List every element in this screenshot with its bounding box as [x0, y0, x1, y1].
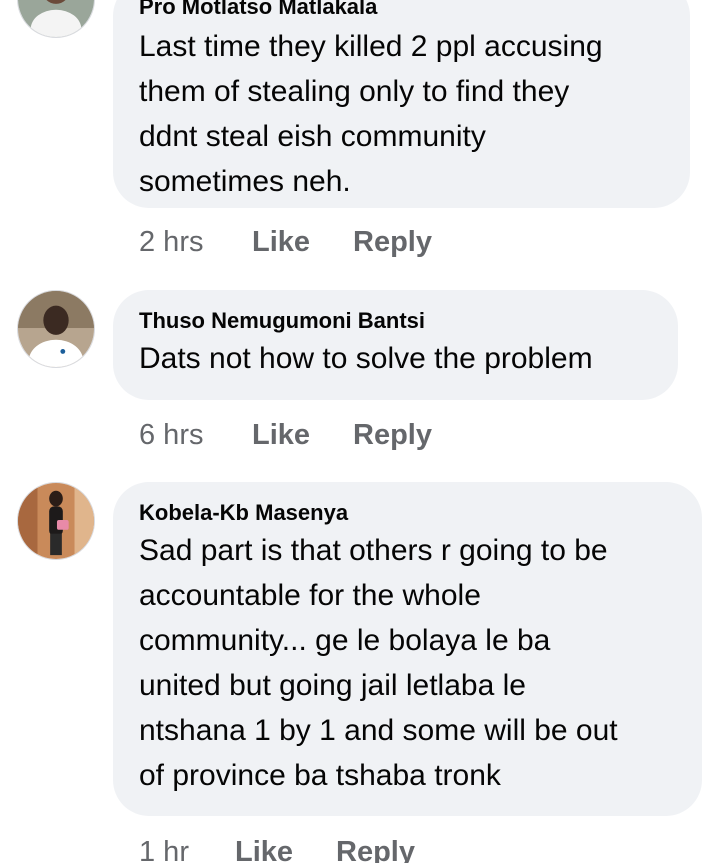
reply-button[interactable]: Reply	[353, 226, 432, 259]
comment-text: Dats not how to solve the problem	[139, 342, 593, 375]
comment-timestamp[interactable]: 6 hrs	[139, 419, 252, 452]
comment-author[interactable]: Kobela-Kb Masenya	[139, 500, 676, 526]
comment-actions: 6 hrs Like Reply	[139, 415, 432, 455]
comment-timestamp[interactable]: 2 hrs	[139, 226, 252, 259]
reply-button[interactable]: Reply	[353, 419, 432, 452]
comment-actions: 2 hrs Like Reply	[139, 222, 432, 262]
comment-author[interactable]: Pro Motlatso Matlakala	[139, 0, 664, 20]
comment-actions: 1 hr Like Reply	[139, 832, 415, 863]
like-button[interactable]: Like	[252, 226, 353, 259]
comment-text: Last time they killed 2 ppl accusing the…	[139, 30, 603, 198]
comment-author[interactable]: Thuso Nemugumoni Bantsi	[139, 308, 652, 334]
like-button[interactable]: Like	[252, 419, 353, 452]
comment-bubble: Pro Motlatso Matlakala Last time they ki…	[113, 0, 690, 208]
like-button[interactable]: Like	[235, 836, 336, 863]
comment-text: Sad part is that others r going to be ac…	[139, 534, 618, 792]
comment-bubble: Thuso Nemugumoni Bantsi Dats not how to …	[113, 290, 678, 400]
comment-timestamp[interactable]: 1 hr	[139, 836, 235, 863]
comment-bubble: Kobela-Kb Masenya Sad part is that other…	[113, 482, 702, 816]
user-avatar-icon[interactable]	[17, 290, 95, 368]
user-avatar-icon[interactable]	[17, 0, 95, 38]
reply-button[interactable]: Reply	[336, 836, 415, 863]
user-avatar-icon[interactable]	[17, 482, 95, 560]
comment-thread: Pro Motlatso Matlakala Last time they ki…	[0, 0, 719, 863]
